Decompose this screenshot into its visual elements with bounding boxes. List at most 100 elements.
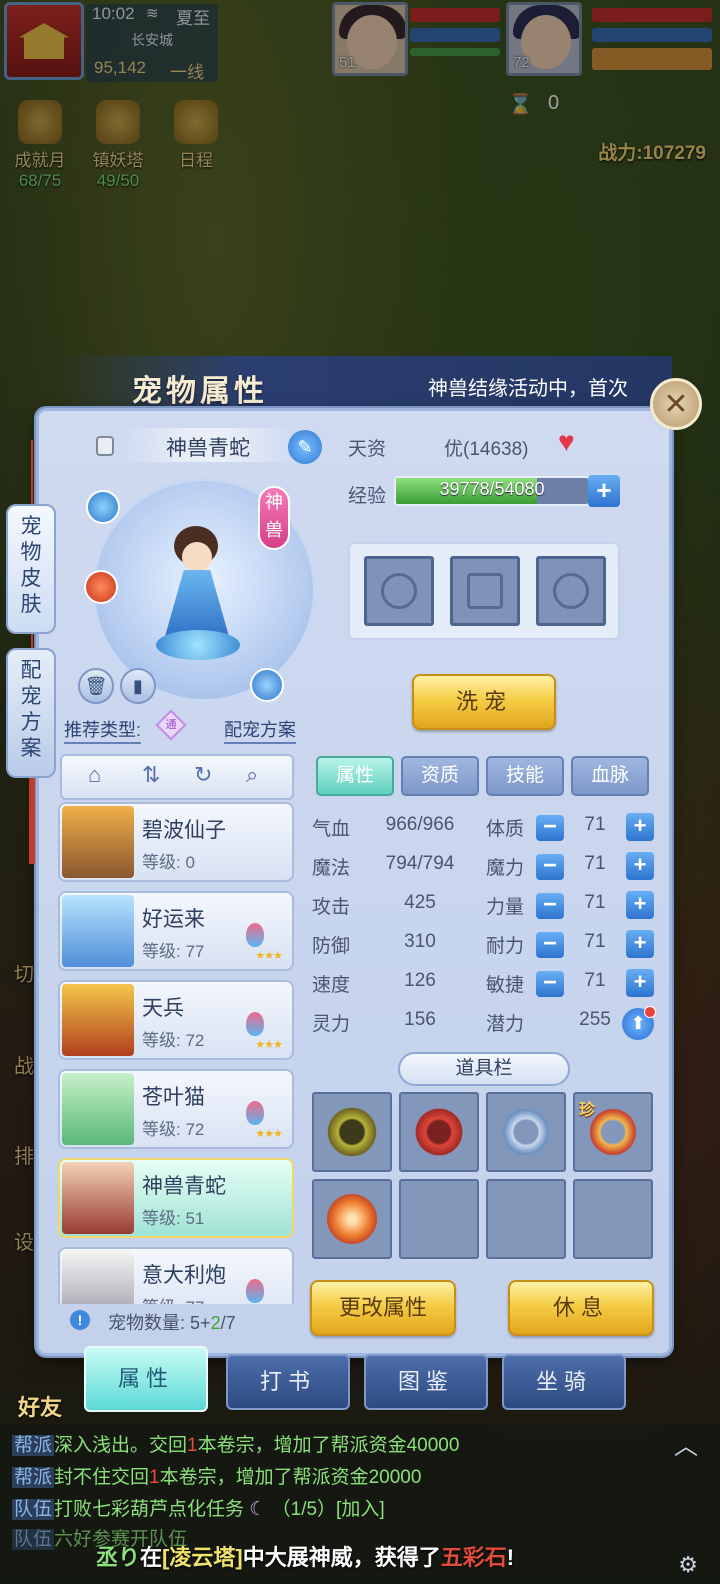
egg-icon xyxy=(246,923,264,947)
change-attribute-button[interactable]: 更改属性 xyxy=(310,1280,456,1336)
exp-label: 经验 xyxy=(348,486,387,507)
stat-label: 速度 xyxy=(312,975,351,996)
decrease-stat-button[interactable]: − xyxy=(536,971,564,997)
pet-list-item[interactable]: 苍叶猫 等级: 72 ★★★ xyxy=(58,1069,294,1149)
tab-attributes[interactable]: 属性 xyxy=(316,756,394,796)
pet-count-total: /7 xyxy=(220,1313,236,1333)
pet-avatar xyxy=(62,1162,134,1234)
item-slot[interactable] xyxy=(573,1179,653,1259)
amulet-icon xyxy=(553,573,589,609)
pet-list-item[interactable]: 碧波仙子 等级: 0 xyxy=(58,802,294,882)
bottom-tab-mount[interactable]: 坐骑 xyxy=(502,1354,626,1410)
announce-item: 五彩石 xyxy=(440,1545,507,1570)
rest-button[interactable]: 休息 xyxy=(508,1280,654,1336)
close-icon[interactable]: ✕ xyxy=(650,378,702,430)
pet-count: 宠物数量: 5+2/7 xyxy=(108,1309,236,1335)
tab-pet-plan[interactable]: 配宠方案 xyxy=(6,648,56,778)
item-slot[interactable] xyxy=(486,1092,566,1172)
equip-slot-collar[interactable] xyxy=(364,556,434,626)
pet-model[interactable] xyxy=(152,518,244,668)
divine-beast-badge: 神兽 xyxy=(258,486,290,550)
decrease-stat-button[interactable]: − xyxy=(536,932,564,958)
chat-text: 本卷宗，增加了帮派资金20000 xyxy=(159,1467,422,1488)
pet-list-item[interactable]: 天兵 等级: 72 ★★★ xyxy=(58,980,294,1060)
stat-label: 气血 xyxy=(312,819,351,840)
bottom-tab-codex[interactable]: 图鉴 xyxy=(364,1354,488,1410)
bottom-tab-attributes[interactable]: 属性 xyxy=(84,1346,208,1412)
fire-element-icon[interactable] xyxy=(84,570,118,604)
equip-slot-armor[interactable] xyxy=(450,556,520,626)
friends-button[interactable]: 好友 xyxy=(18,1390,62,1422)
heart-icon[interactable]: ♥ xyxy=(558,426,575,458)
sort-icon[interactable]: ⇅ xyxy=(142,762,160,788)
tab-skills[interactable]: 技能 xyxy=(486,756,564,796)
star-rating: ★★★ xyxy=(255,1039,283,1051)
home-icon[interactable]: ⌂ xyxy=(88,762,101,788)
bracelet-icon xyxy=(411,1104,467,1160)
tab-pet-skin[interactable]: 宠物皮肤 xyxy=(6,504,56,634)
tab-aptitude[interactable]: 资质 xyxy=(401,756,479,796)
star-rating: ★★★ xyxy=(255,950,283,962)
pet-plan-link[interactable]: 配宠方案 xyxy=(224,716,296,744)
chevron-up-icon[interactable]: ︿ xyxy=(674,1426,698,1461)
pet-avatar xyxy=(62,984,134,1056)
stat-label: 灵力 xyxy=(312,1014,351,1035)
trash-icon[interactable]: 🗑 xyxy=(78,668,114,704)
stat-label: 力量 xyxy=(486,897,525,918)
bookmark-icon[interactable]: ▮ xyxy=(120,668,156,704)
item-slot[interactable] xyxy=(312,1092,392,1172)
refresh-icon[interactable]: ↻ xyxy=(194,762,212,788)
armor-icon xyxy=(467,573,503,609)
info-icon[interactable]: ! xyxy=(70,1310,90,1330)
chat-highlight: 1 xyxy=(187,1435,198,1456)
increase-stat-button[interactable]: + xyxy=(626,891,654,919)
gear-icon[interactable]: ⚙ xyxy=(678,1552,698,1578)
stat-value: 966/966 xyxy=(385,814,455,835)
pet-list-item-selected[interactable]: 神兽青蛇 等级: 51 xyxy=(58,1158,294,1238)
tab-bloodline[interactable]: 血脉 xyxy=(571,756,649,796)
stat-value: 71 xyxy=(584,853,606,874)
increase-stat-button[interactable]: + xyxy=(626,813,654,841)
rename-pencil-icon[interactable]: ✎ xyxy=(288,430,322,464)
add-exp-button[interactable]: + xyxy=(588,475,620,507)
item-slot[interactable] xyxy=(486,1179,566,1259)
decrease-stat-button[interactable]: − xyxy=(536,893,564,919)
increase-stat-button[interactable]: + xyxy=(626,969,654,997)
ring-icon xyxy=(324,1104,380,1160)
decrease-stat-button[interactable]: − xyxy=(536,815,564,841)
chat-channel-tag: 帮派 xyxy=(12,1467,55,1488)
decrease-stat-button[interactable]: − xyxy=(536,854,564,880)
announce-text: 在 xyxy=(140,1545,163,1570)
search-icon[interactable]: ⌕ xyxy=(246,762,258,788)
stat-value: 71 xyxy=(584,814,606,835)
lock-icon[interactable] xyxy=(96,436,114,456)
rare-tag: 珍 xyxy=(579,1102,596,1119)
pet-list-item[interactable]: 意大利炮 等级: 77 xyxy=(58,1247,294,1304)
chat-join-link[interactable]: [加入] xyxy=(336,1499,385,1520)
pet-tail xyxy=(156,630,240,660)
pet-count-label: 宠物数量: xyxy=(108,1313,186,1333)
pet-list[interactable]: 碧波仙子 等级: 0 好运来 等级: 77 ★★★ 天兵 等级: 72 ★★★ … xyxy=(58,800,298,1304)
item-slot[interactable] xyxy=(399,1092,479,1172)
pet-face xyxy=(182,542,212,572)
chat-channel-tag: 帮派 xyxy=(12,1435,55,1456)
bottom-tab-skill-book[interactable]: 打书 xyxy=(226,1354,350,1410)
item-bar-title: 道具栏 xyxy=(398,1052,570,1086)
water-element-icon[interactable] xyxy=(86,490,120,524)
recommend-type-text: 通 xyxy=(165,719,177,731)
increase-stat-button[interactable]: + xyxy=(626,930,654,958)
notification-dot xyxy=(644,1006,656,1018)
panel-title: 宠物属性 xyxy=(132,374,268,409)
chat-highlight: 1 xyxy=(149,1467,160,1488)
pet-list-name: 苍叶猫 xyxy=(142,1086,205,1109)
increase-stat-button[interactable]: + xyxy=(626,852,654,880)
equip-slot-amulet[interactable] xyxy=(536,556,606,626)
pet-list-item[interactable]: 好运来 等级: 77 ★★★ xyxy=(58,891,294,971)
item-slot[interactable] xyxy=(312,1179,392,1259)
wash-pet-button[interactable]: 洗宠 xyxy=(412,674,556,730)
item-slot[interactable]: 珍 xyxy=(573,1092,653,1172)
item-slot[interactable] xyxy=(399,1179,479,1259)
pet-list-name: 意大利炮 xyxy=(142,1264,226,1287)
stat-value: 310 xyxy=(404,931,436,952)
upgrade-arrow-icon[interactable] xyxy=(250,668,284,702)
